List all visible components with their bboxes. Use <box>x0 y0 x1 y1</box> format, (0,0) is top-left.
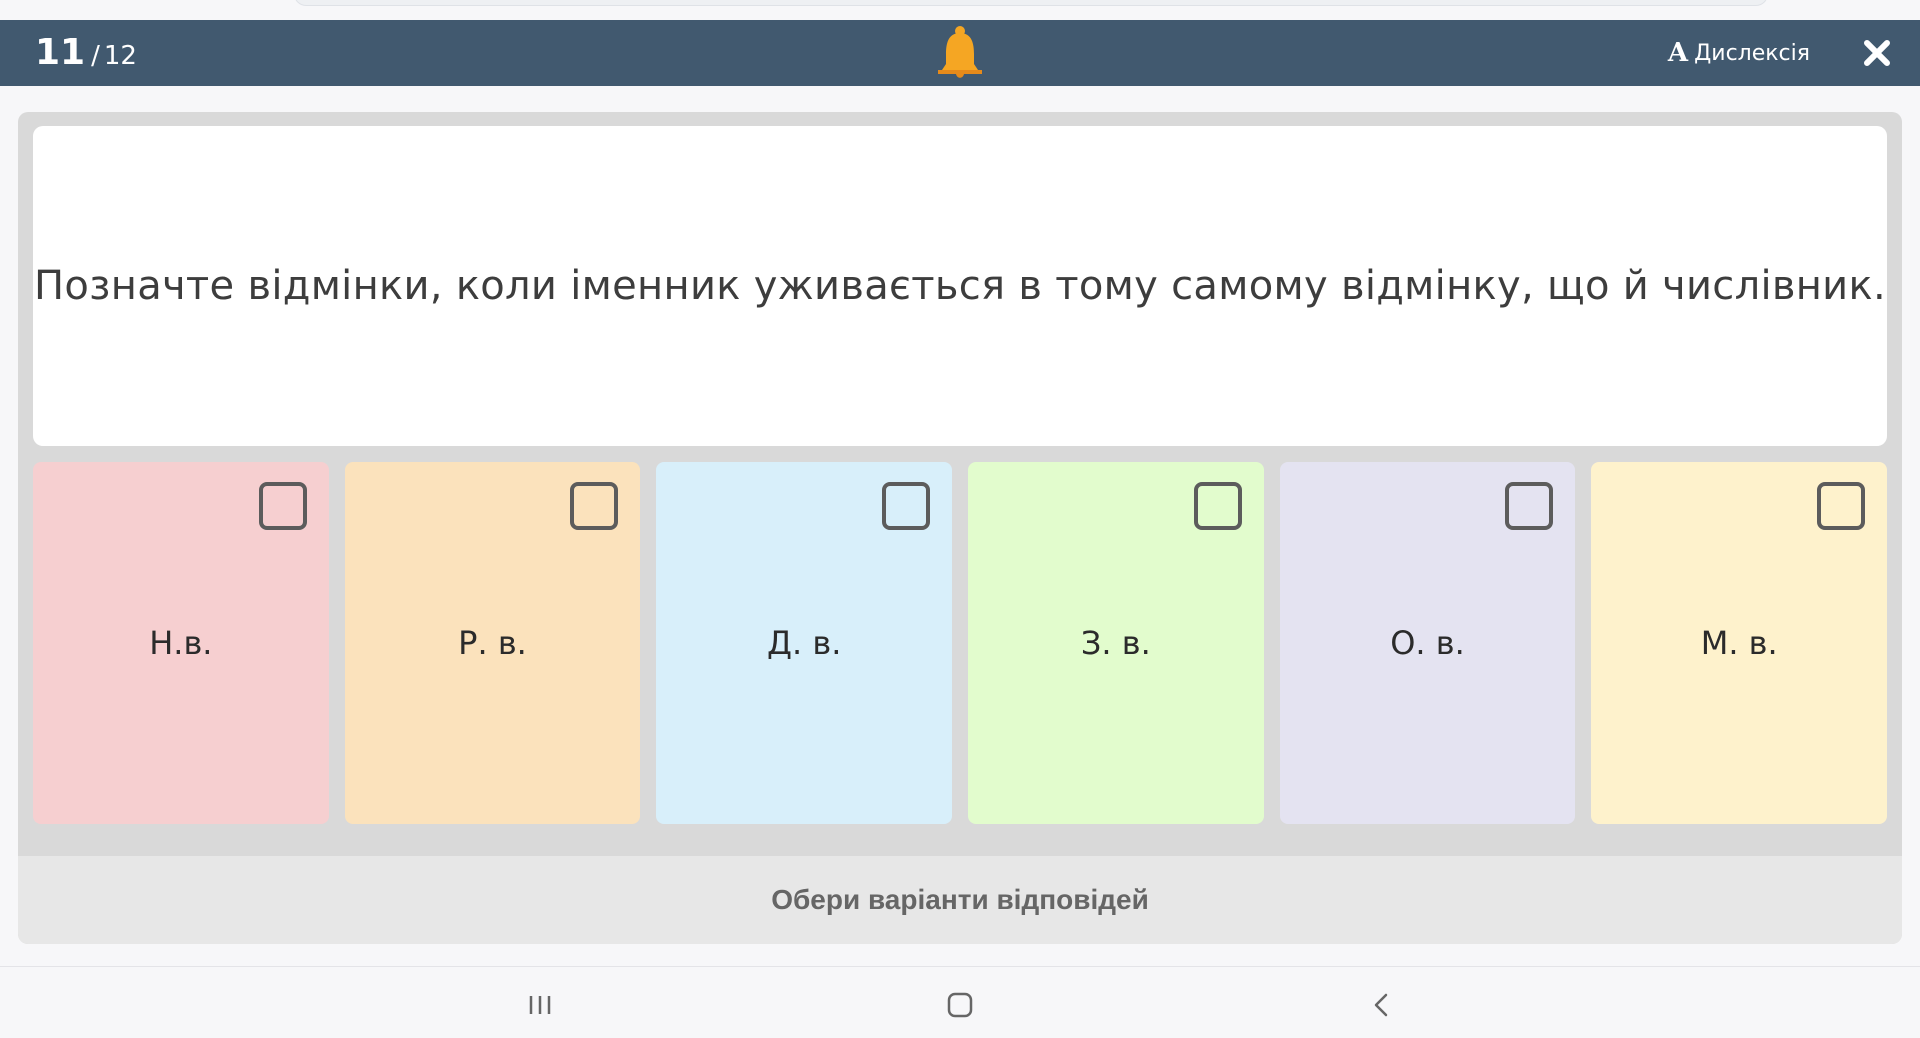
answer-options: Н.в. Р. в. Д. в. З. в. О. в. М. в. <box>33 462 1888 824</box>
option-card[interactable]: Н.в. <box>33 462 329 824</box>
address-bar-edge <box>294 0 1768 6</box>
quiz-header: 11 / 12 A Дислексія <box>0 20 1920 86</box>
total-questions: 12 <box>103 41 137 71</box>
submit-hint-bar[interactable]: Обери варіанти відповідей <box>18 856 1902 944</box>
option-checkbox[interactable] <box>258 482 307 530</box>
submit-hint: Обери варіанти відповідей <box>771 884 1149 915</box>
option-card[interactable]: Д. в. <box>656 462 953 824</box>
back-icon[interactable] <box>1362 985 1402 1025</box>
counter-separator: / <box>91 41 100 71</box>
font-a-icon: A <box>1667 38 1689 68</box>
system-navigation-bar <box>0 966 1920 1038</box>
bell-icon[interactable] <box>934 24 986 82</box>
option-card[interactable]: З. в. <box>968 462 1264 824</box>
current-question-number: 11 <box>35 32 86 73</box>
option-card[interactable]: М. в. <box>1591 462 1888 824</box>
option-label: М. в. <box>1700 624 1778 662</box>
quiz-screen: 11 / 12 A Дислексія Позначте відмінки, к… <box>0 0 1920 1038</box>
option-checkbox[interactable] <box>1505 482 1554 530</box>
home-icon[interactable] <box>940 985 980 1025</box>
option-label: Р. в. <box>458 624 527 662</box>
question-counter: 11 / 12 <box>35 30 137 76</box>
option-card[interactable]: О. в. <box>1279 462 1576 824</box>
question-box: Позначте відмінки, коли іменник уживаєть… <box>33 126 1887 446</box>
quiz-panel: Позначте відмінки, коли іменник уживаєть… <box>18 112 1902 944</box>
recents-icon[interactable] <box>520 985 560 1025</box>
option-checkbox[interactable] <box>1193 482 1242 530</box>
option-checkbox[interactable] <box>882 482 931 530</box>
option-card[interactable]: Р. в. <box>344 462 641 824</box>
dyslexia-toggle[interactable]: A Дислексія <box>1668 36 1810 70</box>
option-checkbox[interactable] <box>1817 482 1866 530</box>
option-label: Д. в. <box>766 624 842 662</box>
option-checkbox[interactable] <box>570 482 619 530</box>
option-label: Н.в. <box>149 624 213 662</box>
option-label: З. в. <box>1080 624 1151 662</box>
question-text: Позначте відмінки, коли іменник уживаєть… <box>34 263 1886 309</box>
dyslexia-label: Дислексія <box>1694 40 1810 66</box>
close-icon[interactable] <box>1862 38 1892 68</box>
option-label: О. в. <box>1390 624 1465 662</box>
browser-toolbar-edge <box>0 0 1920 20</box>
